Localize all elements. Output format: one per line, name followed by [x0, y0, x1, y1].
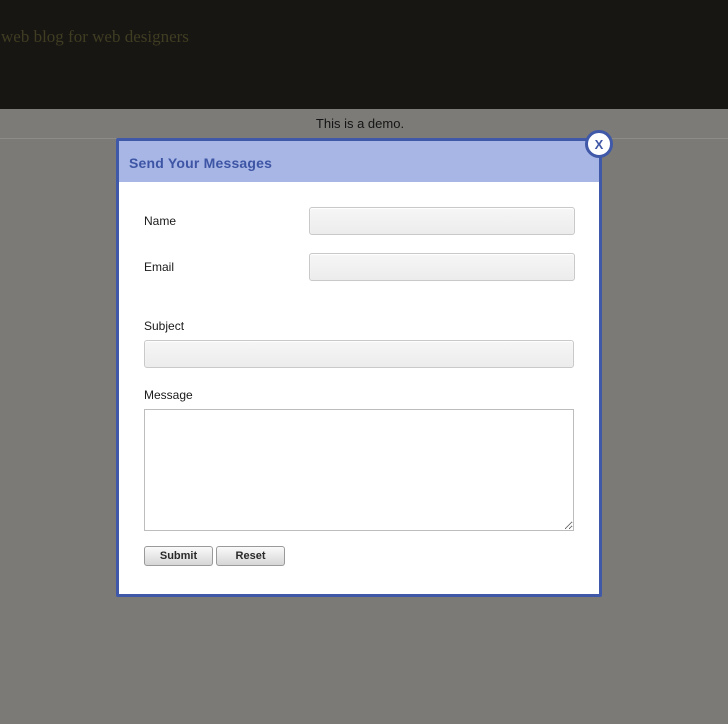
page: web blog for web designers This is a dem… [0, 0, 728, 724]
demo-text: This is a demo. [315, 116, 405, 131]
site-header: web blog for web designers [0, 0, 728, 109]
contact-modal: Send Your Messages Name Email Subject Me… [116, 138, 602, 597]
email-input[interactable] [309, 253, 575, 281]
reset-button[interactable]: Reset [216, 546, 285, 566]
name-label: Name [144, 214, 177, 228]
message-textarea[interactable] [144, 409, 574, 531]
submit-button[interactable]: Submit [144, 546, 213, 566]
demo-bar: This is a demo. [0, 109, 728, 139]
site-tagline: web blog for web designers [1, 27, 189, 46]
close-button[interactable]: X [585, 130, 613, 158]
email-label: Email [144, 260, 175, 274]
message-label: Message [144, 388, 193, 402]
close-icon: X [594, 136, 604, 152]
subject-input[interactable] [144, 340, 574, 368]
subject-label: Subject [144, 319, 185, 333]
name-input[interactable] [309, 207, 575, 235]
modal-header: Send Your Messages [119, 141, 599, 182]
modal-title: Send Your Messages [129, 155, 273, 171]
